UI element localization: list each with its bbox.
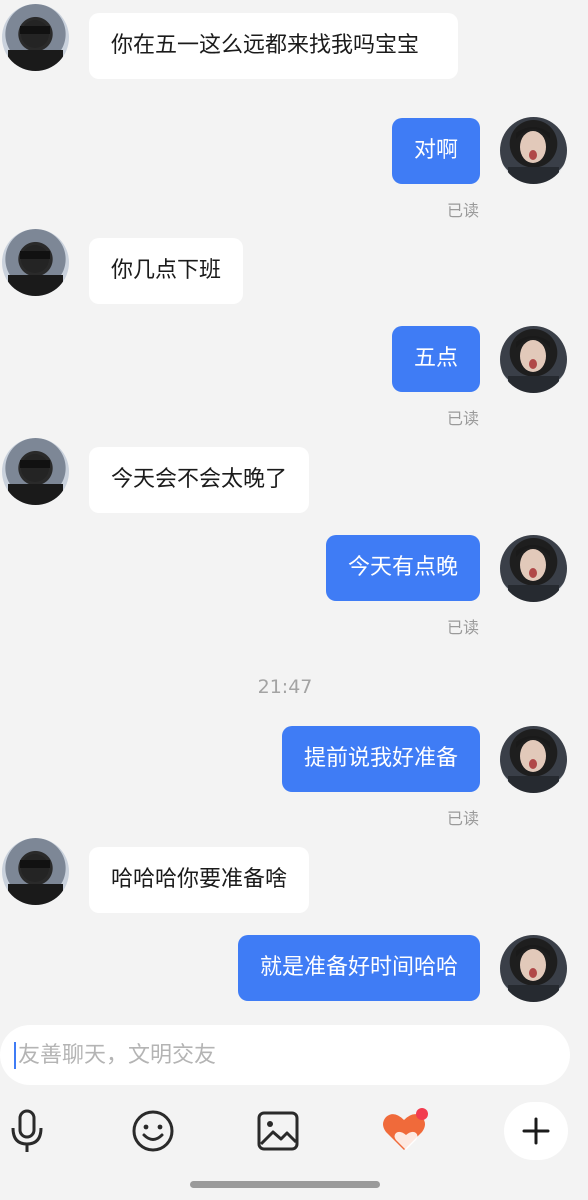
message-bubble-outgoing[interactable]: 对啊 bbox=[391, 118, 480, 184]
user-avatar[interactable] bbox=[500, 535, 567, 602]
plus-icon bbox=[522, 1117, 550, 1145]
message-text: 就是准备好时间哈哈 bbox=[259, 955, 458, 980]
message-input[interactable] bbox=[18, 1025, 558, 1085]
message-text: 你几点下班 bbox=[111, 258, 222, 283]
contact-avatar[interactable] bbox=[2, 4, 69, 71]
message-text: 今天有点晚 bbox=[347, 555, 458, 580]
message-bubble-incoming[interactable]: 哈哈哈你要准备啥 bbox=[89, 847, 310, 913]
plus-button[interactable] bbox=[504, 1102, 568, 1160]
message-text: 哈哈哈你要准备啥 bbox=[111, 867, 288, 892]
message-bubble-incoming[interactable]: 今天会不会太晚了 bbox=[89, 447, 310, 513]
contact-avatar[interactable] bbox=[2, 229, 69, 296]
home-indicator[interactable] bbox=[190, 1181, 380, 1188]
message-text: 五点 bbox=[413, 346, 458, 371]
microphone-icon[interactable] bbox=[2, 1106, 52, 1156]
message-text: 对啊 bbox=[413, 138, 458, 163]
user-avatar[interactable] bbox=[500, 935, 567, 1002]
message-bubble-outgoing[interactable]: 今天有点晚 bbox=[325, 535, 480, 601]
image-icon[interactable] bbox=[253, 1106, 303, 1156]
user-avatar[interactable] bbox=[500, 117, 567, 184]
message-bubble-outgoing[interactable]: 五点 bbox=[391, 326, 480, 392]
contact-avatar[interactable] bbox=[2, 438, 69, 505]
message-bubble-outgoing[interactable]: 提前说我好准备 bbox=[281, 726, 480, 792]
notification-badge bbox=[416, 1108, 428, 1120]
chat-timestamp: 21:47 bbox=[257, 676, 313, 698]
read-receipt: 已读 bbox=[446, 809, 479, 828]
message-bubble-incoming[interactable]: 你几点下班 bbox=[89, 238, 244, 304]
user-avatar[interactable] bbox=[500, 326, 567, 393]
read-receipt: 已读 bbox=[446, 201, 479, 220]
message-input-container[interactable] bbox=[0, 1025, 570, 1085]
user-avatar[interactable] bbox=[500, 726, 567, 793]
message-bubble-incoming[interactable]: 你在五一这么远都来找我吗宝宝 bbox=[89, 13, 458, 79]
emoji-icon[interactable] bbox=[128, 1106, 178, 1156]
message-text: 提前说我好准备 bbox=[303, 746, 458, 771]
chat-message-list[interactable]: 你在五一这么远都来找我吗宝宝 对啊 已读 你几点下班 五点 已读 今天会不会太晚… bbox=[0, 0, 588, 1010]
message-text: 你在五一这么远都来找我吗宝宝 bbox=[111, 33, 420, 58]
message-text: 今天会不会太晚了 bbox=[111, 467, 288, 492]
read-receipt: 已读 bbox=[446, 409, 479, 428]
text-caret bbox=[14, 1042, 16, 1069]
chat-toolbar bbox=[0, 1100, 588, 1162]
contact-avatar[interactable] bbox=[2, 838, 69, 905]
heart-gift-icon[interactable] bbox=[380, 1106, 430, 1156]
read-receipt: 已读 bbox=[446, 618, 479, 637]
message-bubble-outgoing[interactable]: 就是准备好时间哈哈 bbox=[237, 935, 480, 1001]
